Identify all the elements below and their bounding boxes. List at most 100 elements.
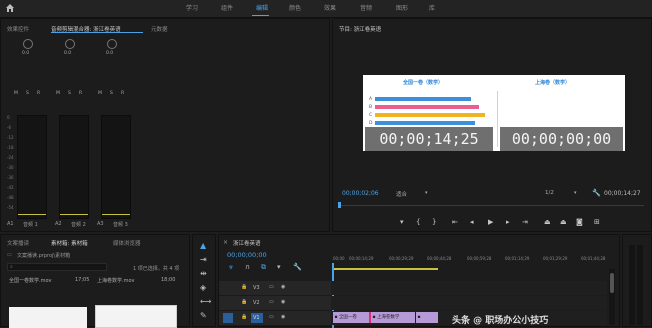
answer-bar-a [375, 97, 471, 101]
fx-icon: ▪ [417, 315, 421, 320]
source-patch-v1[interactable] [223, 313, 233, 323]
toggle-sync-icon[interactable]: ▭ [269, 284, 274, 290]
workspace-color[interactable]: 颜色 [289, 3, 301, 12]
tab-bin[interactable]: 素材箱: 素材箱 [51, 239, 88, 247]
add-marker-icon[interactable]: ▾ [277, 263, 281, 271]
left-timecode-overlay: 00;00;14;25 [365, 127, 493, 151]
channel-name[interactable]: 音频 1 [23, 221, 38, 228]
home-icon[interactable] [5, 3, 15, 13]
solo-button[interactable]: S [26, 91, 29, 96]
settings-wrench-icon[interactable]: 🔧 [293, 263, 302, 271]
eye-icon[interactable]: ◉ [281, 299, 285, 305]
tab-effect-controls[interactable]: 效果控件 [7, 25, 29, 33]
pan-value: 0.0 [106, 51, 114, 56]
button-editor-icon[interactable]: ⊞ [594, 218, 600, 226]
razor-tool-icon[interactable]: ◈ [200, 283, 206, 292]
channel-name[interactable]: 音频 3 [113, 221, 128, 228]
volume-meter[interactable] [59, 115, 89, 219]
monitor-title[interactable]: 节目: 浙江卷英语 [339, 25, 381, 33]
monitor-playhead[interactable] [338, 202, 341, 208]
ripple-edit-tool-icon[interactable]: ⇹ [200, 269, 207, 278]
tab-media-browser[interactable]: 媒体浏览器 [113, 239, 141, 247]
toggle-sync-icon[interactable]: ▭ [269, 314, 274, 320]
track-lane-v2[interactable] [331, 296, 607, 310]
close-icon[interactable]: × [223, 239, 228, 246]
add-marker-icon[interactable]: ▾ [400, 218, 404, 226]
workspace-graphics[interactable]: 图形 [396, 3, 408, 12]
extract-icon[interactable]: ⏏ [560, 218, 567, 226]
clip-thumbnail[interactable] [9, 307, 87, 328]
search-input[interactable]: ⌕ [7, 263, 107, 271]
tab-metadata[interactable]: 元数据 [151, 25, 168, 33]
pan-knob[interactable] [23, 39, 33, 49]
eye-icon[interactable]: ◉ [281, 284, 285, 290]
workspace-learn[interactable]: 学习 [186, 3, 198, 12]
timeline-clip[interactable]: ▪ 全国一卷 [333, 312, 369, 323]
timeline-timecode[interactable]: 00;00;00;00 [227, 251, 267, 259]
volume-meter[interactable] [17, 115, 47, 219]
workspace-library[interactable]: 库 [429, 3, 435, 12]
pan-knob[interactable] [107, 39, 117, 49]
timeline-clip[interactable]: ▪ [416, 312, 438, 323]
quality-dropdown[interactable]: 1/2 [545, 190, 554, 196]
answer-bar-d [375, 121, 475, 125]
volume-meter[interactable] [101, 115, 131, 219]
record-button[interactable]: R [79, 91, 82, 96]
quality-dropdown-arrow-icon[interactable]: ▾ [574, 190, 577, 196]
channel-id: A2 [55, 221, 62, 227]
wrench-icon[interactable]: 🔧 [592, 189, 601, 197]
solo-button[interactable]: S [110, 91, 113, 96]
selection-tool-icon[interactable]: ▲ [200, 241, 206, 250]
fit-dropdown[interactable]: 适合 [396, 190, 407, 198]
channel-name[interactable]: 音频 2 [71, 221, 86, 228]
fit-dropdown-arrow-icon[interactable]: ▾ [425, 190, 428, 196]
solo-button[interactable]: S [68, 91, 71, 96]
work-area-bar[interactable] [332, 268, 438, 270]
nest-icon[interactable]: ⩔ [229, 263, 233, 272]
clip-name[interactable]: 全国一卷数学.mov [9, 277, 51, 284]
search-icon: ⌕ [10, 264, 13, 270]
step-back-icon[interactable]: ◂ [470, 218, 474, 226]
workspace-assembly[interactable]: 组件 [221, 3, 233, 12]
go-to-in-icon[interactable]: ⇤ [452, 218, 458, 226]
mute-button[interactable]: M [56, 91, 60, 96]
sequence-tab[interactable]: 浙江卷英语 [233, 239, 261, 247]
clip-name[interactable]: 上海卷数学.mov [97, 277, 134, 284]
play-icon[interactable]: ▶ [488, 218, 493, 226]
lock-icon[interactable]: 🔒 [241, 284, 247, 290]
lock-icon[interactable]: 🔒 [241, 299, 247, 305]
monitor-scrubber[interactable] [338, 205, 644, 206]
tab-project[interactable]: 文案播读 [7, 239, 29, 247]
scrollbar-thumb[interactable] [610, 273, 614, 293]
step-forward-icon[interactable]: ▸ [506, 218, 510, 226]
mute-button[interactable]: M [14, 91, 18, 96]
record-button[interactable]: R [37, 91, 40, 96]
pan-knob[interactable] [65, 39, 75, 49]
workspace-editing[interactable]: 编辑 [256, 3, 268, 12]
mark-in-icon[interactable]: { [416, 218, 420, 226]
timeline-clip[interactable]: ▪ 上海卷数学 [371, 312, 415, 323]
slip-tool-icon[interactable]: ⟷ [200, 297, 211, 306]
lift-icon[interactable]: ⏏ [544, 218, 551, 226]
timeline-vertical-scrollbar[interactable] [609, 269, 615, 325]
channel-id: A1 [7, 221, 14, 227]
mute-button[interactable]: M [98, 91, 102, 96]
snap-icon[interactable]: ∩ [245, 263, 250, 271]
eye-icon[interactable]: ◉ [281, 314, 285, 320]
record-button[interactable]: R [121, 91, 124, 96]
track-select-tool-icon[interactable]: ⇥ [200, 255, 207, 264]
mark-out-icon[interactable]: } [432, 218, 436, 226]
toggle-sync-icon[interactable]: ▭ [269, 299, 274, 305]
time-ruler[interactable]: 00;00 00;00;14;29 00;00;29;29 00;00;44;2… [331, 253, 619, 267]
go-to-out-icon[interactable]: ⇥ [522, 218, 528, 226]
pen-tool-icon[interactable]: ✎ [200, 311, 207, 320]
right-heading: 上海卷（数学） [535, 80, 571, 86]
clip-thumbnail-selected[interactable] [95, 305, 177, 328]
lock-icon[interactable]: 🔒 [241, 314, 247, 320]
workspace-effects[interactable]: 效果 [324, 3, 336, 12]
export-frame-icon[interactable]: ◙ [576, 218, 583, 226]
playhead-timecode[interactable]: 00;00;02;06 [342, 190, 379, 197]
workspace-audio[interactable]: 音频 [360, 3, 372, 12]
track-lane-v3[interactable] [331, 281, 607, 295]
linked-selection-icon[interactable]: ⧉ [261, 263, 266, 272]
